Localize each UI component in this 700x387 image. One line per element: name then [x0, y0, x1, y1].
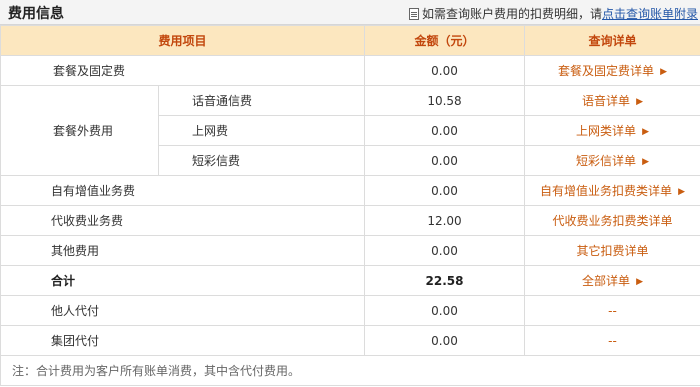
table-row: 他人代付 0.00 --	[0, 295, 700, 326]
column-header-amount: 金额（元）	[364, 25, 526, 56]
row-name: 代收费业务费	[0, 205, 366, 236]
total-amount: 22.58	[364, 265, 526, 296]
row-name: 短彩信费	[157, 145, 366, 176]
fee-table: 费用项目 金额（元） 查询详单 套餐及固定费 0.00 套餐及固定费详单 ▶ 套餐…	[0, 25, 700, 386]
internet-detail-link[interactable]: 上网类详单 ▶	[576, 124, 649, 138]
row-name: 其他费用	[0, 235, 366, 266]
note-row: 注：合计费用为客户所有账单消费，其中含代付费用。	[0, 355, 700, 386]
hint-text: 如需查询账户费用的扣费明细，请	[421, 7, 602, 21]
row-amount: 0.00	[364, 115, 526, 146]
row-amount: 0.00	[364, 55, 526, 86]
row-name: 上网费	[157, 115, 366, 146]
arrow-right-icon: ▶	[642, 157, 649, 167]
document-icon	[408, 8, 419, 20]
row-amount: 0.00	[364, 295, 526, 326]
panel-title: 费用信息	[8, 6, 64, 22]
arrow-right-icon: ▶	[678, 187, 685, 197]
arrow-right-icon: ▶	[642, 127, 649, 137]
row-group-name: 套餐外费用	[0, 85, 159, 176]
all-detail-link[interactable]: 全部详单 ▶	[582, 274, 643, 288]
column-header-detail: 查询详单	[524, 25, 700, 56]
table-row: 套餐外费用 话音通信费 10.58 语音详单 ▶	[0, 85, 700, 176]
footnote: 注：合计费用为客户所有账单消费，其中含代付费用。	[0, 355, 700, 386]
column-header-item: 费用项目	[0, 25, 366, 56]
collection-detail-link[interactable]: 代收费业务扣费类详单	[553, 214, 673, 228]
arrow-right-icon: ▶	[660, 67, 667, 77]
no-detail-dash: --	[608, 333, 617, 348]
panel-header: 费用信息 如需查询账户费用的扣费明细，请点击查询账单附录	[0, 0, 700, 25]
sms-detail-link[interactable]: 短彩信详单 ▶	[576, 154, 649, 168]
table-row: 集团代付 0.00 --	[0, 325, 700, 356]
arrow-right-icon: ▶	[636, 277, 643, 287]
total-label: 合计	[0, 265, 366, 296]
row-name: 自有增值业务费	[0, 175, 366, 206]
row-name: 话音通信费	[157, 85, 366, 116]
row-name: 集团代付	[0, 325, 366, 356]
bill-appendix-link[interactable]: 点击查询账单附录	[602, 7, 698, 21]
table-row: 套餐及固定费 0.00 套餐及固定费详单 ▶	[0, 55, 700, 86]
table-row: 自有增值业务费 0.00 自有增值业务扣费类详单 ▶	[0, 175, 700, 206]
no-detail-dash: --	[608, 303, 617, 318]
voice-detail-link[interactable]: 语音详单 ▶	[582, 94, 643, 108]
table-row: 代收费业务费 12.00 代收费业务扣费类详单	[0, 205, 700, 236]
row-amount: 12.00	[364, 205, 526, 236]
fee-info-panel: 费用信息 如需查询账户费用的扣费明细，请点击查询账单附录 费用项目 金额（元） …	[0, 0, 700, 387]
other-detail-link[interactable]: 其它扣费详单	[577, 244, 649, 258]
vas-detail-link[interactable]: 自有增值业务扣费类详单 ▶	[540, 184, 685, 198]
row-amount: 10.58	[364, 85, 526, 116]
row-amount: 0.00	[364, 175, 526, 206]
row-amount: 0.00	[364, 235, 526, 266]
bill-appendix-hint: 如需查询账户费用的扣费明细，请点击查询账单附录	[408, 5, 698, 22]
row-amount: 0.00	[364, 325, 526, 356]
row-name: 他人代付	[0, 295, 366, 326]
package-fee-detail-link[interactable]: 套餐及固定费详单 ▶	[558, 64, 667, 78]
table-header-row: 费用项目 金额（元） 查询详单	[0, 25, 700, 56]
table-row-total: 合计 22.58 全部详单 ▶	[0, 265, 700, 296]
row-amount: 0.00	[364, 145, 526, 176]
row-name: 套餐及固定费	[0, 55, 366, 86]
arrow-right-icon: ▶	[636, 97, 643, 107]
table-row: 其他费用 0.00 其它扣费详单	[0, 235, 700, 266]
